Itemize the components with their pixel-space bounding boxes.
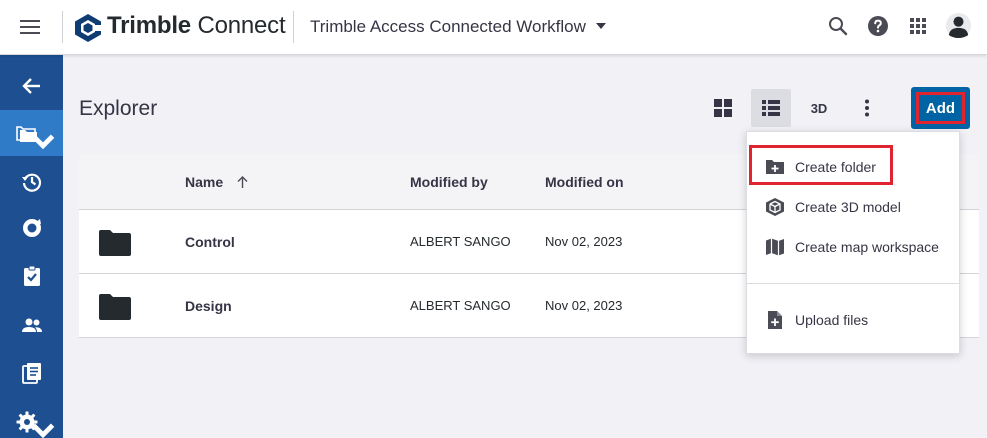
sidebar [0,55,63,438]
menu-divider [747,283,959,284]
column-header-name[interactable]: Name [185,174,223,190]
sidebar-item-issues[interactable] [0,205,63,251]
user-avatar-icon[interactable] [945,12,972,39]
chevron-down-icon [31,134,55,150]
document-list-icon [21,363,41,384]
search-icon[interactable] [826,14,850,38]
folder-icon [99,230,131,256]
list-view-button[interactable] [751,89,791,127]
apps-grid-icon[interactable] [906,14,930,38]
sidebar-item-activity[interactable] [0,159,63,205]
header-divider [293,11,294,43]
grid-view-icon [714,99,732,117]
list-view-icon [762,100,780,116]
chevron-down-icon[interactable] [594,19,608,33]
sidebar-item-back[interactable] [0,63,63,109]
folder-plus-icon [766,160,784,174]
brand-name[interactable]: Trimble Connect [107,12,286,40]
folder-name[interactable]: Design [185,298,232,314]
column-header-modified-on[interactable]: Modified on [545,174,624,190]
folder-icon [99,294,131,320]
header-divider [62,11,63,43]
modified-by: ALBERT SANGO [410,298,511,313]
trimble-logo-icon [75,14,102,42]
help-icon[interactable] [866,14,890,38]
menu-item-create-map-workspace[interactable]: Create map workspace [747,229,959,265]
chevron-down-icon [31,423,55,438]
column-header-modified-by[interactable]: Modified by [410,174,488,190]
clipboard-check-icon [23,265,40,286]
menu-item-create-3d-model[interactable]: Create 3D model [747,189,959,225]
add-menu: Create folder Create 3D model Create map… [746,131,960,354]
add-button-label: Add [925,99,956,117]
menu-item-label: Upload files [795,312,869,328]
menu-item-label: Create map workspace [795,239,939,255]
issues-icon [22,219,41,237]
menu-icon[interactable] [18,15,42,39]
modified-on: Nov 02, 2023 [545,298,623,313]
modified-by: ALBERT SANGO [410,234,511,249]
modified-on: Nov 02, 2023 [545,234,623,249]
sidebar-item-settings[interactable] [0,399,63,438]
sidebar-item-releases[interactable] [0,350,63,396]
grid-view-button[interactable] [703,89,743,127]
menu-item-create-folder[interactable]: Create folder [747,149,959,185]
history-icon [21,173,41,192]
sketchup-icon [766,198,784,216]
view-3d-button[interactable]: 3D [799,89,839,127]
arrow-left-icon [21,78,40,94]
project-name[interactable]: Trimble Access Connected Workflow [310,17,586,37]
folder-name[interactable]: Control [185,234,235,250]
more-options-button[interactable] [847,89,887,127]
menu-item-label: Create 3D model [795,199,901,215]
sidebar-item-todos[interactable] [0,253,63,299]
map-icon [766,238,784,256]
top-bar: Trimble Connect Trimble Access Connected… [0,0,987,55]
sidebar-item-explorer[interactable] [0,110,63,156]
sidebar-item-team[interactable] [0,302,63,348]
sort-ascending-icon[interactable] [236,175,249,189]
page-title: Explorer [79,97,158,120]
team-icon [21,318,42,332]
file-upload-icon [768,311,782,329]
more-vertical-icon [865,99,869,117]
add-button[interactable]: Add [911,87,970,129]
menu-item-label: Create folder [795,159,876,175]
menu-item-upload-files[interactable]: Upload files [747,302,959,338]
